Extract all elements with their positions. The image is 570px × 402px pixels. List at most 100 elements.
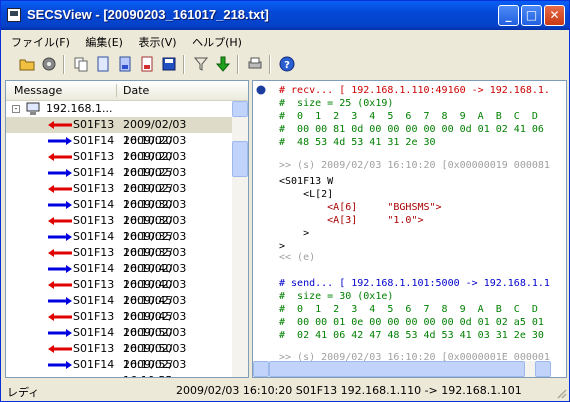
- scroll-right-button[interactable]: [535, 361, 551, 377]
- list-item[interactable]: S01F13 2009/02/03 16:10:45: [6, 277, 232, 307]
- bookmark-dot-icon: [256, 85, 266, 95]
- list-item[interactable]: S01F14 2009/02/03 16:10:25: [6, 165, 232, 195]
- window-title: SECSView - [20090203_161017_218.txt]: [27, 7, 269, 22]
- app-icon: [7, 8, 21, 22]
- tree-root-label: 192.168.1...: [46, 102, 113, 115]
- left-arrow-icon: [48, 249, 72, 257]
- main-window: SECSView - [20090203_161017_218.txt] _ □…: [0, 0, 570, 402]
- collapse-icon[interactable]: -: [12, 105, 20, 113]
- right-arrow-icon: [48, 265, 72, 273]
- resize-grip-icon[interactable]: [555, 387, 567, 399]
- menu-bar: ファイル(F) 編集(E) 表示(V) ヘルプ(H): [5, 32, 565, 51]
- date-cell: 2009/02/03 16:10:55: [123, 358, 187, 377]
- message-cell: S01F14: [73, 134, 115, 147]
- document-save-icon[interactable]: [161, 56, 177, 72]
- document-blue-icon[interactable]: [117, 56, 133, 72]
- recv-separator: >> (s) 2009/02/03 16:10:20 [0x00000019 0…: [279, 160, 550, 171]
- list-item[interactable]: S01F14 2009/02/03 16:10:55: [6, 357, 232, 377]
- recv-hex-row2: # 48 53 4d 53 41 31 2e 30: [279, 137, 436, 148]
- list-vertical-scrollbar[interactable]: [232, 101, 248, 377]
- message-cell: S01F13: [73, 278, 115, 291]
- left-arrow-icon: [48, 313, 72, 321]
- document-red-icon[interactable]: [139, 56, 155, 72]
- send-size: # size = 30 (0x1e): [279, 291, 394, 302]
- right-arrow-icon: [48, 201, 72, 209]
- scroll-thumb[interactable]: [232, 141, 248, 177]
- down-arrow-icon[interactable]: [215, 56, 231, 72]
- copy-icon[interactable]: [73, 56, 89, 72]
- message-cell: S01F14: [73, 358, 115, 371]
- right-arrow-icon: [48, 169, 72, 177]
- message-cell: S01F13: [73, 150, 115, 163]
- send-hex-row2: # 02 41 06 42 47 48 53 4d 53 41 03 31 2e…: [279, 330, 544, 341]
- left-arrow-icon: [48, 217, 72, 225]
- message-cell: S01F13: [73, 246, 115, 259]
- send-header: # send... [ 192.168.1.101:5000 -> 192.16…: [279, 278, 550, 289]
- message-cell: S01F14: [73, 166, 115, 179]
- list-item[interactable]: S01F14 2009/02/03 16:10:40: [6, 261, 232, 291]
- list-item[interactable]: S01F13 2009/02/03 16:10:35: [6, 213, 232, 243]
- h-scroll-thumb[interactable]: [269, 361, 525, 377]
- settings-gear-icon[interactable]: [41, 56, 57, 72]
- list-item[interactable]: S01F13 2009/02/03 16:10:30: [6, 181, 232, 211]
- left-arrow-icon: [48, 281, 72, 289]
- list-item[interactable]: S01F14 2009/02/03 16:10:50: [6, 325, 232, 355]
- scroll-up-button[interactable]: [232, 101, 248, 117]
- left-arrow-icon: [48, 121, 72, 129]
- message-cell: S01F13: [73, 342, 115, 355]
- computer-icon: [26, 102, 40, 115]
- tree-root[interactable]: - 192.168.1...: [6, 101, 232, 117]
- send-hex-row1: # 00 00 01 0e 00 00 00 00 00 0d 01 02 a5…: [279, 317, 544, 328]
- left-arrow-icon: [48, 185, 72, 193]
- status-left: レディ: [7, 386, 40, 399]
- right-arrow-icon: [48, 233, 72, 241]
- message-cell: S01F13: [73, 310, 115, 323]
- sml-line-2: <L[2]: [279, 189, 334, 200]
- sml-line-5: >: [279, 228, 310, 239]
- menu-view[interactable]: 表示(V): [132, 32, 182, 50]
- menu-edit[interactable]: 編集(E): [79, 32, 129, 50]
- list-item[interactable]: S01F13 2009/02/03 16:10:20: [6, 117, 232, 147]
- recv-header: # recv... [ 192.168.1.110:49160 -> 192.1…: [279, 85, 550, 96]
- sml-line-4: <A[3] "1.0">: [279, 215, 424, 226]
- sml-line-1: <S01F13 W: [279, 176, 334, 187]
- recv-hex-index: # 0 1 2 3 4 5 6 7 8 9 A B C D: [279, 111, 538, 122]
- list-item[interactable]: S01F14 2009/02/03 16:10:45: [6, 293, 232, 323]
- sml-end: << (e): [279, 252, 316, 263]
- message-cell: S01F14: [73, 262, 115, 275]
- minimize-button[interactable]: _: [498, 5, 519, 26]
- detail-horizontal-scrollbar[interactable]: [253, 361, 551, 377]
- open-folder-icon[interactable]: [19, 56, 35, 72]
- recv-hex-row1: # 00 00 81 0d 00 00 00 00 00 0d 01 02 41…: [279, 124, 544, 135]
- close-button[interactable]: ✕: [544, 5, 565, 26]
- menu-help[interactable]: ヘルプ(H): [186, 32, 248, 50]
- right-arrow-icon: [48, 297, 72, 305]
- message-cell: S01F13: [73, 182, 115, 195]
- maximize-button[interactable]: □: [521, 5, 542, 26]
- title-bar[interactable]: SECSView - [20090203_161017_218.txt] _ □…: [1, 1, 569, 30]
- column-date[interactable]: Date: [123, 84, 149, 97]
- list-item[interactable]: S01F13 2009/02/03 16:10:25: [6, 149, 232, 179]
- help-icon[interactable]: ?: [279, 56, 295, 72]
- document-icon[interactable]: [95, 56, 111, 72]
- message-cell: S01F14: [73, 326, 115, 339]
- right-arrow-icon: [48, 329, 72, 337]
- scroll-left-button[interactable]: [253, 361, 269, 377]
- message-list[interactable]: Message Date - 192.168.1... S01F13 2009/0…: [5, 80, 249, 378]
- list-item[interactable]: S01F13 2009/02/03 16:10:40: [6, 245, 232, 275]
- left-arrow-icon: [48, 345, 72, 353]
- column-message[interactable]: Message: [14, 84, 62, 97]
- menu-file[interactable]: ファイル(F): [5, 32, 76, 50]
- list-item[interactable]: S01F14 2009/02/03 16:10:30: [6, 197, 232, 227]
- detail-pane[interactable]: # recv... [ 192.168.1.110:49160 -> 192.1…: [252, 80, 567, 378]
- message-cell: S01F14: [73, 198, 115, 211]
- list-item[interactable]: S01F14 2009/02/03 16:10:35: [6, 229, 232, 259]
- list-item[interactable]: S01F14 2009/02/03 16:10:20: [6, 133, 232, 163]
- filter-icon[interactable]: [193, 56, 209, 72]
- right-arrow-icon: [48, 361, 72, 369]
- print-icon[interactable]: [247, 56, 263, 72]
- message-cell: S01F14: [73, 294, 115, 307]
- message-cell: S01F13: [73, 214, 115, 227]
- list-item[interactable]: S01F13 2009/02/03 16:10:50: [6, 309, 232, 339]
- list-item[interactable]: S01F13 2009/02/03 16:10:55: [6, 341, 232, 371]
